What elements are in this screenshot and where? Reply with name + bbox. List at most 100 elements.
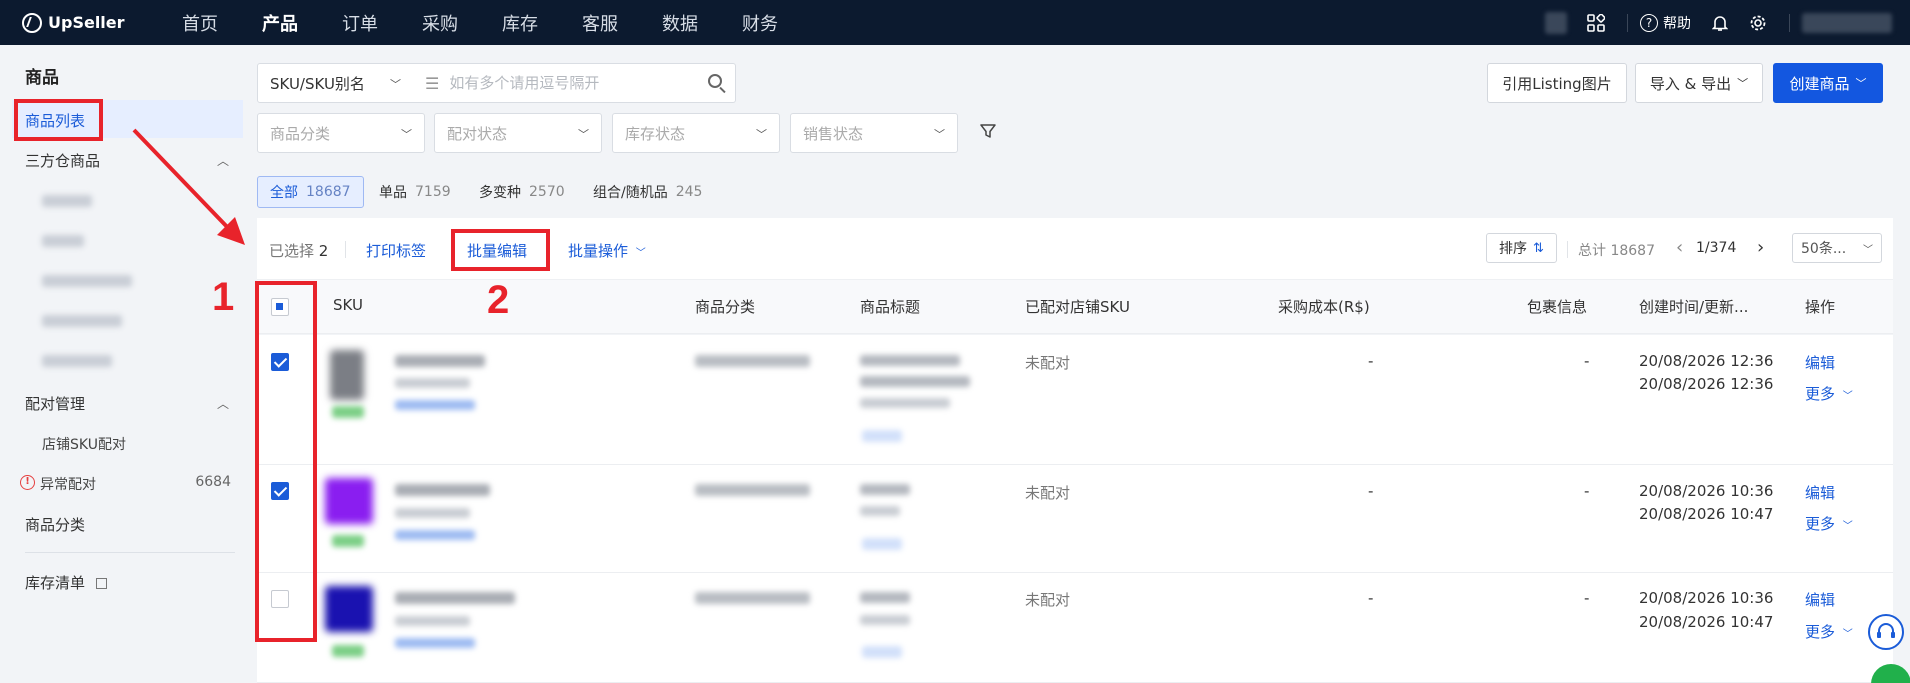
tab-all[interactable]: 全部 18687 [257,176,364,208]
blurred-sku-alias [395,616,470,626]
page-size-select[interactable]: 50条... ﹀ [1792,233,1882,263]
product-thumbnail[interactable] [330,350,364,400]
tab-label: 多变种 [479,185,521,201]
search-icon[interactable] [708,74,722,88]
list-icon: ☰ [425,73,440,93]
sku-type-select[interactable]: SKU/SKU别名 ﹀ [257,63,414,103]
create-product-label: 创建商品 [1789,74,1850,93]
import-export-label: 导入 & 导出 [1649,74,1732,93]
nav-orders[interactable]: 订单 [342,10,378,36]
blurred-title [860,355,960,366]
blurred-sub-item[interactable] [42,315,122,327]
help-button[interactable]: ? 帮助 [1640,13,1691,33]
annotation-box-checkboxes [255,281,317,642]
print-label-button[interactable]: 打印标签 [366,240,426,261]
sidebar-item-store-sku-pairing[interactable]: 店铺SKU配对 [42,434,126,454]
blurred-title [860,484,910,495]
blurred-sku[interactable] [395,484,490,496]
import-export-button[interactable]: 导入 & 导出 ﹀ [1635,63,1763,103]
chevron-down-icon: ﹀ [401,128,412,141]
prev-page-icon[interactable]: ‹ [1676,237,1683,258]
paired-status: 未配对 [1025,591,1071,609]
sale-status-select[interactable]: 销售状态 ﹀ [790,113,958,153]
annotation-box-product-list [14,99,103,141]
tab-multi-variant[interactable]: 多变种 2570 [479,176,565,208]
blurred-badge [862,430,902,442]
sort-button[interactable]: 排序 ⇅ [1486,233,1557,263]
sidebar-item-inventory-list[interactable]: 库存清单 [25,572,107,593]
sidebar-item-pairing[interactable]: 配对管理 [25,393,85,414]
abnormal-count-badge: 6684 [195,474,231,490]
chevron-down-icon: ﹀ [1863,245,1873,256]
edit-link[interactable]: 编辑 [1805,482,1835,503]
annotation-box-batch-edit [451,229,550,271]
blurred-sku[interactable] [395,355,485,367]
brand-name: UpSeller [48,13,125,32]
col-package-info: 包裹信息 [1527,298,1588,316]
inventory-list-label: 库存清单 [25,574,86,592]
category-select[interactable]: 商品分类 ﹀ [257,113,425,153]
blurred-sub-item[interactable] [42,235,84,247]
tab-count: 18687 [306,184,351,200]
tab-bundle[interactable]: 组合/随机品 245 [593,176,702,208]
customer-support-icon[interactable] [1868,614,1904,650]
nav-finance[interactable]: 财务 [742,10,778,36]
blurred-sub-item[interactable] [42,275,132,287]
chevron-down-icon: ﹀ [1842,391,1853,402]
nav-data[interactable]: 数据 [662,10,698,36]
apps-grid-icon[interactable] [1585,12,1607,34]
stock-status-select[interactable]: 库存状态 ﹀ [612,113,780,153]
sidebar-divider [25,552,235,553]
nav-customer-service[interactable]: 客服 [582,10,618,36]
brand-logo[interactable]: UpSeller [22,12,142,33]
sort-label: 排序 [1499,241,1528,257]
blurred-sub-item[interactable] [42,195,92,207]
product-thumbnail[interactable] [325,478,373,524]
bell-icon[interactable] [1709,12,1731,34]
blurred-sub-item[interactable] [42,355,112,367]
more-actions-link[interactable]: 更多 ﹀ [1805,513,1853,534]
create-product-button[interactable]: 创建商品 ﹀ [1773,63,1883,103]
sidebar-item-category[interactable]: 商品分类 [25,514,85,535]
blurred-account-name[interactable] [1802,12,1892,33]
blurred-link[interactable] [395,530,475,540]
chevron-down-icon: ﹀ [390,78,401,91]
updated-time: 20/08/2026 12:36 [1639,375,1774,393]
col-created-updated: 创建时间/更新... [1639,298,1749,316]
tab-single[interactable]: 单品 7159 [379,176,451,208]
divider [345,241,346,258]
more-actions-link[interactable]: 更多 ﹀ [1805,383,1853,404]
page-indicator: 1/374 [1696,240,1737,256]
blurred-sku[interactable] [395,592,515,604]
edit-link[interactable]: 编辑 [1805,352,1835,373]
col-sku: SKU [333,296,363,314]
more-actions-link[interactable]: 更多 ﹀ [1805,621,1853,642]
edit-link[interactable]: 编辑 [1805,589,1835,610]
external-link-icon [95,578,107,589]
nav-inventory[interactable]: 库存 [502,10,538,36]
blurred-tag [332,645,364,657]
chevron-up-icon[interactable]: ︿ [217,395,229,412]
purchase-cost: - [1368,589,1374,607]
gear-icon[interactable] [1747,12,1769,34]
sku-search-box[interactable]: ☰ [413,63,736,103]
product-thumbnail[interactable] [325,586,373,632]
sidebar-item-abnormal-pairing[interactable]: 异常配对 [40,474,96,494]
annotation-step-1: 1 [212,275,235,319]
blurred-link[interactable] [395,400,475,410]
purchase-cost: - [1368,352,1374,370]
nav-home[interactable]: 首页 [182,10,218,36]
next-page-icon[interactable]: › [1757,237,1764,258]
sidebar-item-third-party-warehouse[interactable]: 三方仓商品 [25,150,100,171]
use-listing-image-button[interactable]: 引用Listing图片 [1487,63,1627,103]
created-time: 20/08/2026 12:36 [1639,352,1774,370]
batch-operations-button[interactable]: 批量操作 ﹀ [568,240,646,261]
filter-icon[interactable] [980,123,996,139]
sku-search-input[interactable] [449,74,690,92]
pair-status-select[interactable]: 配对状态 ﹀ [434,113,602,153]
blurred-link[interactable] [395,638,475,648]
nav-products[interactable]: 产品 [262,10,298,36]
more-label: 更多 [1805,385,1836,403]
nav-purchase[interactable]: 采购 [422,10,458,36]
tab-label: 组合/随机品 [593,185,668,201]
